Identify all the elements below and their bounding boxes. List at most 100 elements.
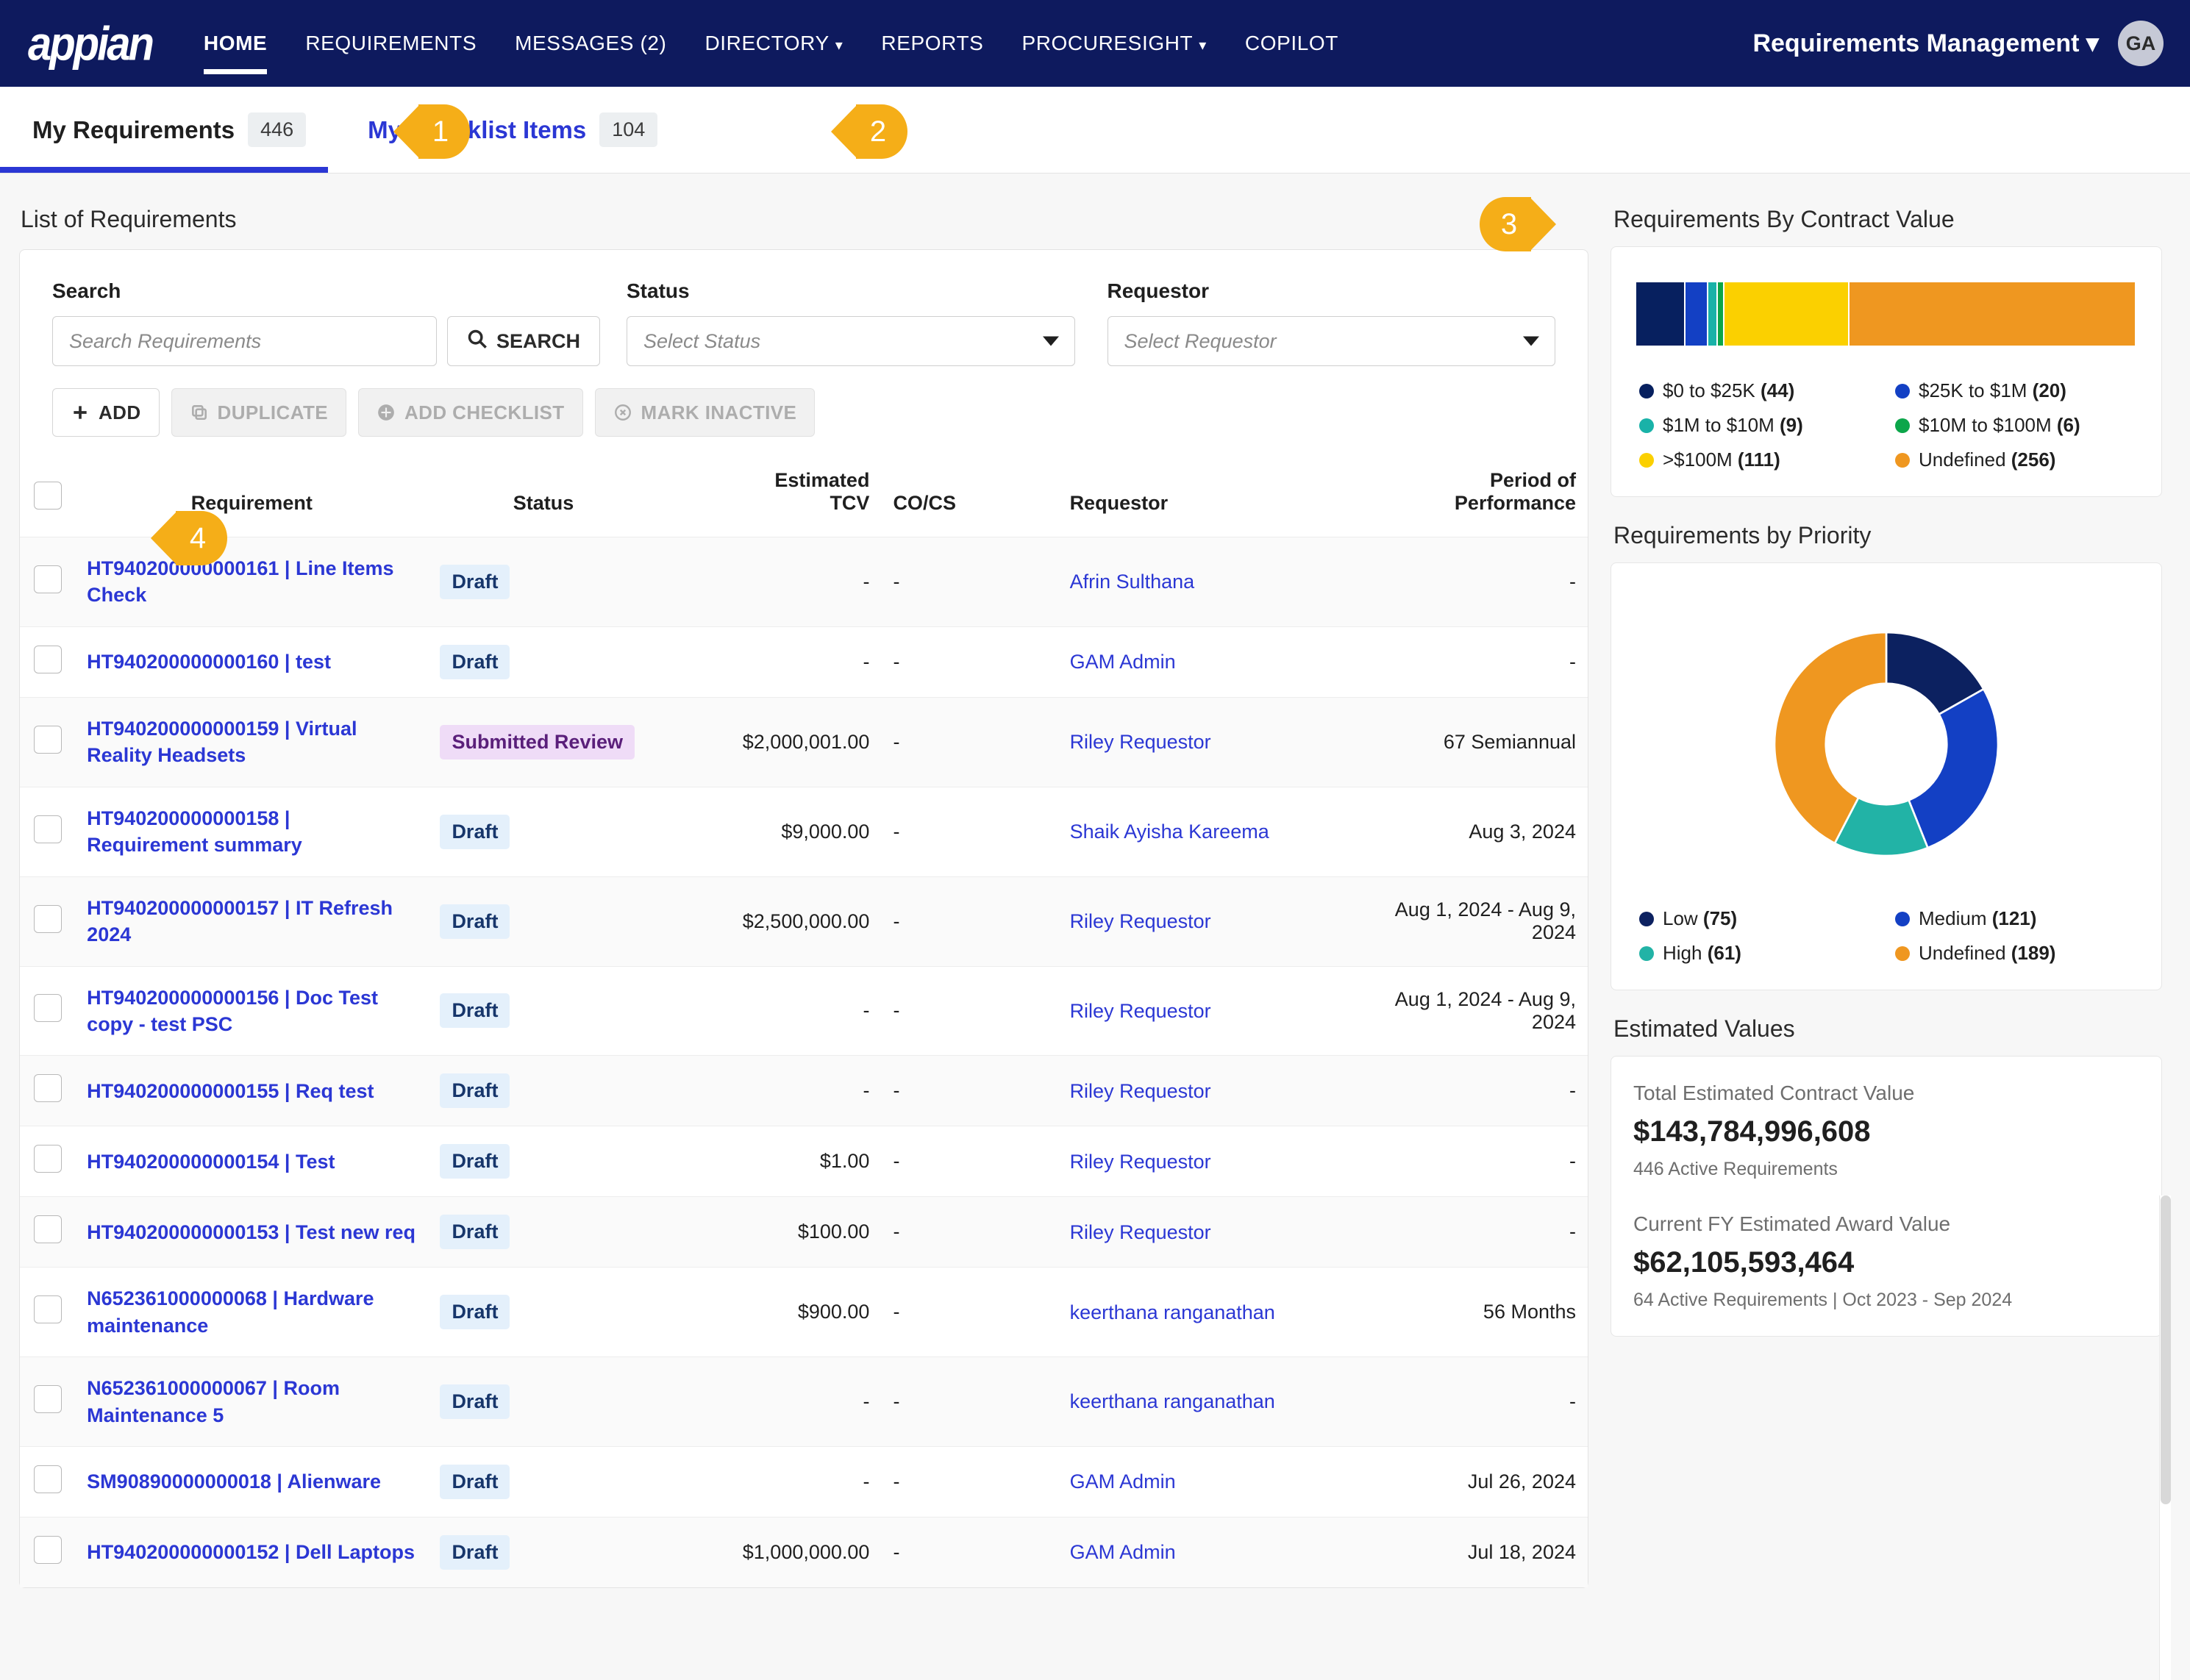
table-row[interactable]: HT940200000000158 | Requirement summary D… [20,786,1588,877]
contract-value-stacked-bar[interactable] [1636,282,2136,346]
cell-cocs: - [881,1446,1058,1518]
requirement-link[interactable]: HT940200000000156 | Doc Test copy - test… [87,987,378,1035]
stacked-bar-segment[interactable] [1636,282,1686,346]
table-row[interactable]: HT940200000000155 | Req test Draft - - Riley… [20,1055,1588,1126]
stacked-bar-segment[interactable] [1686,282,1708,346]
legend-item[interactable]: Low (75) [1639,907,1877,930]
legend-item[interactable]: Undefined (256) [1895,448,2133,471]
requirement-link[interactable]: N652361000000068 | Hardware maintenance [87,1287,374,1336]
requestor-filter-select[interactable]: Select Requestor [1107,316,1555,366]
stacked-bar-segment[interactable] [1718,282,1725,346]
row-checkbox[interactable] [33,904,62,933]
requestor-link[interactable]: Shaik Ayisha Kareema [1070,821,1269,843]
requirement-link[interactable]: HT940200000000161 | Line Items Check [87,557,393,606]
requirement-link[interactable]: HT940200000000155 | Req test [87,1080,374,1102]
stacked-bar-segment[interactable] [1708,282,1719,346]
table-row[interactable]: N652361000000068 | Hardware maintenance D… [20,1267,1588,1357]
nav-link-copilot[interactable]: COPILOT [1226,24,1358,62]
requestor-link[interactable]: Riley Requestor [1070,1000,1211,1022]
table-row[interactable]: HT940200000000156 | Doc Test copy - test… [20,965,1588,1056]
requestor-filter-label: Requestor [1107,279,1209,302]
row-checkbox[interactable] [33,994,62,1023]
requirement-link[interactable]: HT940200000000158 | Requirement summary [87,807,302,856]
requestor-link[interactable]: Afrin Sulthana [1070,571,1195,593]
nav-link-procuresight[interactable]: PROCURESIGHT ▾ [1002,24,1225,62]
row-checkbox[interactable] [33,1215,62,1244]
legend-item[interactable]: Undefined (189) [1895,942,2133,965]
status-filter-select[interactable]: Select Status [627,316,1075,366]
table-row[interactable]: HT940200000000154 | Test Draft $1.00- Riley… [20,1126,1588,1197]
add-button[interactable]: ADD [52,388,160,437]
appian-logo[interactable]: appian [28,15,154,71]
requestor-link[interactable]: Riley Requestor [1070,1221,1211,1243]
row-checkbox[interactable] [33,1465,62,1494]
legend-item[interactable]: High (61) [1639,942,1877,965]
row-checkbox[interactable] [33,725,62,754]
requirement-link[interactable]: HT940200000000153 | Test new req [87,1221,415,1243]
requestor-link[interactable]: Riley Requestor [1070,910,1211,932]
app-title-dropdown[interactable]: Requirements Management ▾ [1752,29,2099,58]
requestor-link[interactable]: Riley Requestor [1070,1151,1211,1173]
column-header-requestor[interactable]: Requestor [1058,456,1335,537]
table-row[interactable]: HT940200000000153 | Test new req Draft $10… [20,1196,1588,1268]
column-header-cocs[interactable]: CO/CS [881,456,1057,537]
stacked-bar-segment[interactable] [1724,282,1850,346]
table-row[interactable]: HT940200000000152 | Dell Laptops Draft $1,… [20,1517,1588,1588]
priority-donut-chart[interactable] [1633,588,2139,888]
table-row[interactable]: HT940200000000161 | Line Items Check Draf… [20,537,1588,627]
requirement-link[interactable]: HT940200000000160 | test [87,651,331,673]
row-checkbox[interactable] [33,1145,62,1173]
table-row[interactable]: N652361000000067 | Room Maintenance 5 Dra… [20,1356,1588,1447]
row-checkbox[interactable] [33,1536,62,1565]
priority-title: Requirements by Priority [1613,522,1872,548]
row-checkbox[interactable] [33,815,62,843]
status-badge: Draft [440,904,510,939]
table-row[interactable]: HT940200000000160 | test Draft - - GAM Admin… [20,626,1588,698]
requirement-link[interactable]: HT940200000000154 | Test [87,1151,335,1173]
requirement-link[interactable]: HT940200000000157 | IT Refresh 2024 [87,897,393,946]
stacked-bar-segment[interactable] [1849,282,2136,346]
row-checkbox[interactable] [33,645,62,673]
nav-link-requirements[interactable]: REQUIREMENTS [286,24,496,62]
legend-item[interactable]: >$100M (111) [1639,448,1877,471]
legend-item[interactable]: $25K to $1M (20) [1895,379,2133,402]
requestor-link[interactable]: GAM Admin [1070,1470,1176,1493]
requirement-link[interactable]: N652361000000067 | Room Maintenance 5 [87,1377,340,1426]
nav-link-directory[interactable]: DIRECTORY ▾ [685,24,862,62]
requestor-link[interactable]: Riley Requestor [1070,731,1211,753]
table-row[interactable]: HT940200000000157 | IT Refresh 2024 Draft… [20,876,1588,966]
avatar[interactable]: GA [2118,21,2164,66]
row-checkbox[interactable] [33,1295,62,1324]
nav-link-messages-2[interactable]: MESSAGES (2) [496,24,685,62]
search-input[interactable]: Search Requirements [52,316,437,366]
requirement-link[interactable]: HT940200000000159 | Virtual Reality Head… [87,718,357,766]
column-header-period-of-performance[interactable]: Period of Performance [1334,456,1588,537]
legend-item[interactable]: $1M to $10M (9) [1639,414,1877,437]
requestor-link[interactable]: keerthana ranganathan [1070,1301,1275,1323]
requestor-link[interactable]: GAM Admin [1070,651,1176,673]
legend-item[interactable]: Medium (121) [1895,907,2133,930]
priority-panel: Low (75) Medium (121) High (61) Undefined (… [1611,562,2162,990]
requestor-link[interactable]: keerthana ranganathan [1070,1390,1275,1412]
column-header-requirement[interactable]: Requirement [75,456,428,537]
column-header-estimated-tcv[interactable]: Estimated TCV [659,456,882,537]
tab-my-requirements[interactable]: My Requirements 446 [0,87,329,173]
row-checkbox[interactable] [33,1074,62,1103]
legend-item[interactable]: $0 to $25K (44) [1639,379,1877,402]
row-checkbox[interactable] [33,565,62,593]
nav-link-reports[interactable]: REPORTS [862,24,1002,62]
search-button[interactable]: SEARCH [446,316,600,366]
table-row[interactable]: SM90890000000018 | Alienware Draft - - GAM A… [20,1446,1588,1518]
panel-scrollbar-thumb[interactable] [2161,1195,2171,1504]
row-checkbox[interactable] [33,1385,62,1414]
requestor-link[interactable]: GAM Admin [1070,1541,1176,1563]
tab-my-checklist-items-count: 104 [599,112,658,147]
nav-link-home[interactable]: HOME [185,24,286,74]
table-row[interactable]: HT940200000000159 | Virtual Reality Head… [20,696,1588,787]
requirement-link[interactable]: SM90890000000018 | Alienware [87,1470,381,1493]
legend-item[interactable]: $10M to $100M (6) [1895,414,2133,437]
select-all-checkbox[interactable] [33,482,62,510]
requirement-link[interactable]: HT940200000000152 | Dell Laptops [87,1541,415,1563]
requestor-link[interactable]: Riley Requestor [1070,1080,1211,1102]
column-header-status[interactable]: Status [428,456,658,537]
